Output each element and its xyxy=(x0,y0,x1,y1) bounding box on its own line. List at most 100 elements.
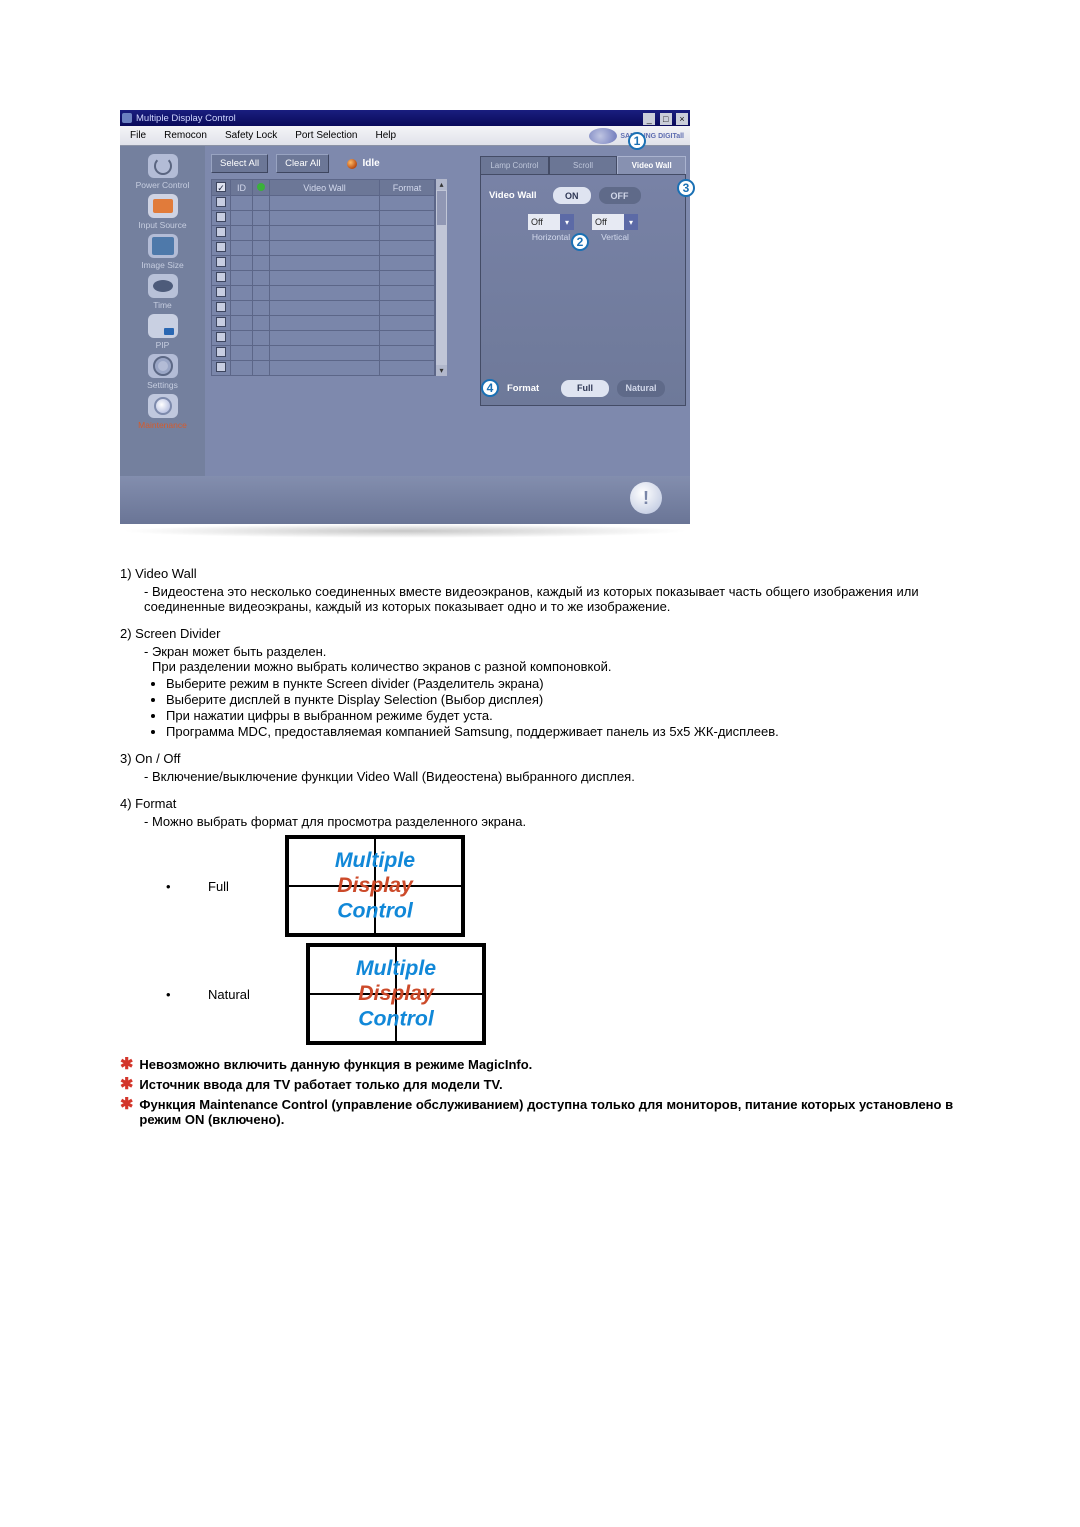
sidebar-item-settings[interactable]: Settings xyxy=(127,354,199,390)
image-size-icon xyxy=(148,234,178,258)
row-checkbox[interactable] xyxy=(216,257,226,267)
col-header-id[interactable]: ID xyxy=(231,180,253,196)
scroll-up-icon[interactable]: ▴ xyxy=(436,179,447,190)
row-checkbox[interactable] xyxy=(216,302,226,312)
item1-head: 1) Video Wall xyxy=(120,566,965,581)
callout-4: 4 xyxy=(481,379,499,397)
row-checkbox[interactable] xyxy=(216,287,226,297)
callout-3: 3 xyxy=(677,179,695,197)
clear-all-button[interactable]: Clear All xyxy=(276,154,329,173)
alert-icon xyxy=(630,482,662,514)
row-checkbox[interactable] xyxy=(216,227,226,237)
format-natural-button[interactable]: Natural xyxy=(617,380,665,397)
vw-label: Video Wall xyxy=(489,190,545,201)
row-checkbox[interactable] xyxy=(216,272,226,282)
row-checkbox[interactable] xyxy=(216,332,226,342)
menu-port[interactable]: Port Selection xyxy=(295,130,357,141)
right-panel: Lamp Control Scroll Video Wall 1 Video W… xyxy=(480,154,686,406)
star-icon: ✱ xyxy=(120,1057,133,1073)
row-checkbox[interactable] xyxy=(216,362,226,372)
tab-lamp[interactable]: Lamp Control xyxy=(480,156,549,174)
time-icon xyxy=(148,274,178,298)
table-row[interactable] xyxy=(212,361,435,376)
figure-natural: Multiple Display Control xyxy=(306,943,486,1045)
sidebar-item-pip[interactable]: PIP xyxy=(127,314,199,350)
select-all-button[interactable]: Select All xyxy=(211,154,268,173)
table-row[interactable] xyxy=(212,301,435,316)
row-checkbox[interactable] xyxy=(216,242,226,252)
list-scrollbar[interactable]: ▴ ▾ xyxy=(435,179,447,376)
horizontal-dropdown[interactable]: Off ▾ xyxy=(528,214,574,230)
sidebar-item-maintenance[interactable]: Maintenance xyxy=(127,394,199,430)
format-full-button[interactable]: Full xyxy=(561,380,609,397)
app-shadow xyxy=(120,524,690,538)
row-checkbox[interactable] xyxy=(216,347,226,357)
item4-head: 4) Format xyxy=(120,796,965,811)
sidebar-item-input[interactable]: Input Source xyxy=(127,194,199,230)
input-icon xyxy=(148,194,178,218)
sidebar-item-power[interactable]: Power Control xyxy=(127,154,199,190)
callout-1: 1 xyxy=(628,132,646,150)
tab-videowall[interactable]: Video Wall xyxy=(617,156,686,174)
callout-2: 2 xyxy=(571,233,589,251)
main-pane: Select All Clear All Idle ID Video Wall xyxy=(205,146,690,476)
window-controls: _ □ × xyxy=(642,111,688,125)
star-icon: ✱ xyxy=(120,1077,133,1093)
brand-swirl-icon xyxy=(589,128,617,144)
item3-head: 3) On / Off xyxy=(120,751,965,766)
chevron-down-icon: ▾ xyxy=(624,214,638,230)
figure-full: Multiple Display Control xyxy=(285,835,465,937)
item1-line: - Видеостена это несколько соединенных в… xyxy=(144,584,965,614)
vw-on-button[interactable]: ON xyxy=(553,187,591,204)
table-row[interactable] xyxy=(212,226,435,241)
menu-remocon[interactable]: Remocon xyxy=(164,130,207,141)
table-row[interactable] xyxy=(212,331,435,346)
sidebar: Power Control Input Source Image Size Ti… xyxy=(120,146,205,476)
item2-head: 2) Screen Divider xyxy=(120,626,965,641)
close-button[interactable]: × xyxy=(676,113,688,125)
power-icon xyxy=(148,154,178,178)
minimize-button[interactable]: _ xyxy=(643,113,655,125)
maintenance-icon xyxy=(148,394,178,418)
col-header-power-icon xyxy=(257,183,265,191)
table-row[interactable] xyxy=(212,316,435,331)
table-row[interactable] xyxy=(212,241,435,256)
app-window: Multiple Display Control _ □ × File Remo… xyxy=(120,110,690,524)
app-icon xyxy=(122,113,132,123)
table-row[interactable] xyxy=(212,346,435,361)
menu-safety[interactable]: Safety Lock xyxy=(225,130,277,141)
figure-label-full: Full xyxy=(208,879,229,894)
menu-bar: File Remocon Safety Lock Port Selection … xyxy=(120,126,690,146)
app-title: Multiple Display Control xyxy=(136,113,236,124)
table-row[interactable] xyxy=(212,286,435,301)
sidebar-item-imagesize[interactable]: Image Size xyxy=(127,234,199,270)
header-checkbox[interactable] xyxy=(216,182,226,192)
note-1: Невозможно включить данную функция в реж… xyxy=(139,1057,532,1073)
note-2: Источник ввода для TV работает только дл… xyxy=(139,1077,502,1093)
star-icon: ✱ xyxy=(120,1097,133,1127)
pip-icon xyxy=(148,314,178,338)
table-row[interactable] xyxy=(212,211,435,226)
figure-label-natural: Natural xyxy=(208,987,250,1002)
vertical-dropdown[interactable]: Off ▾ xyxy=(592,214,638,230)
sidebar-item-time[interactable]: Time xyxy=(127,274,199,310)
title-bar: Multiple Display Control _ □ × xyxy=(120,110,690,126)
menu-file[interactable]: File xyxy=(130,130,146,141)
row-checkbox[interactable] xyxy=(216,317,226,327)
row-checkbox[interactable] xyxy=(216,197,226,207)
scroll-down-icon[interactable]: ▾ xyxy=(436,365,447,376)
tab-scroll[interactable]: Scroll xyxy=(549,156,618,174)
col-header-videowall[interactable]: Video Wall xyxy=(270,180,380,196)
vw-off-button[interactable]: OFF xyxy=(599,187,641,204)
status-led-icon xyxy=(347,159,357,169)
table-row[interactable] xyxy=(212,256,435,271)
row-checkbox[interactable] xyxy=(216,212,226,222)
chevron-down-icon: ▾ xyxy=(560,214,574,230)
table-row[interactable] xyxy=(212,271,435,286)
table-row[interactable] xyxy=(212,196,435,211)
scroll-thumb[interactable] xyxy=(437,191,446,225)
menu-help[interactable]: Help xyxy=(375,130,396,141)
maximize-button[interactable]: □ xyxy=(660,113,672,125)
footer-strip xyxy=(120,476,690,524)
col-header-format[interactable]: Format xyxy=(380,180,435,196)
